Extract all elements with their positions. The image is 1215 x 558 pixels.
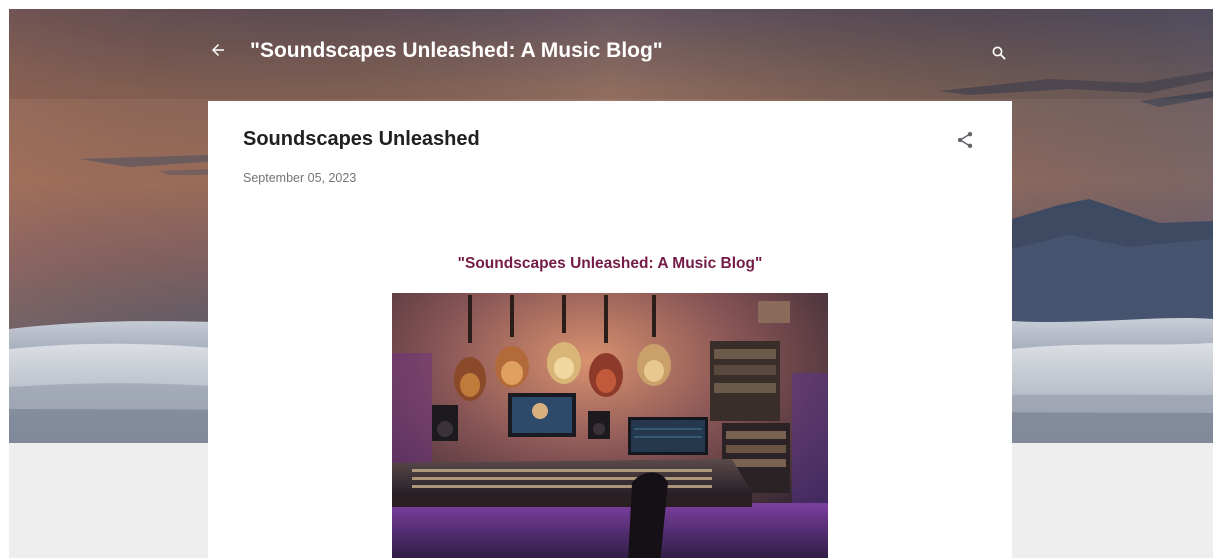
- post-image[interactable]: [392, 293, 828, 558]
- post-card: Soundscapes Unleashed September 05, 2023…: [208, 101, 1012, 558]
- post-date[interactable]: September 05, 2023: [243, 171, 356, 185]
- search-button[interactable]: [987, 41, 1011, 65]
- blog-page: "Soundscapes Unleashed: A Music Blog" So…: [9, 9, 1213, 558]
- back-button[interactable]: [205, 37, 231, 63]
- blog-header: "Soundscapes Unleashed: A Music Blog": [9, 9, 1213, 99]
- post-body-heading: "Soundscapes Unleashed: A Music Blog": [457, 255, 763, 272]
- search-icon: [992, 46, 1006, 60]
- share-icon: [957, 132, 973, 148]
- arrow-left-icon: [212, 44, 224, 56]
- blog-title-link[interactable]: "Soundscapes Unleashed: A Music Blog": [250, 39, 663, 63]
- share-button[interactable]: [952, 127, 978, 153]
- post-title: Soundscapes Unleashed: [243, 128, 480, 150]
- recording-studio-photo: [392, 293, 828, 558]
